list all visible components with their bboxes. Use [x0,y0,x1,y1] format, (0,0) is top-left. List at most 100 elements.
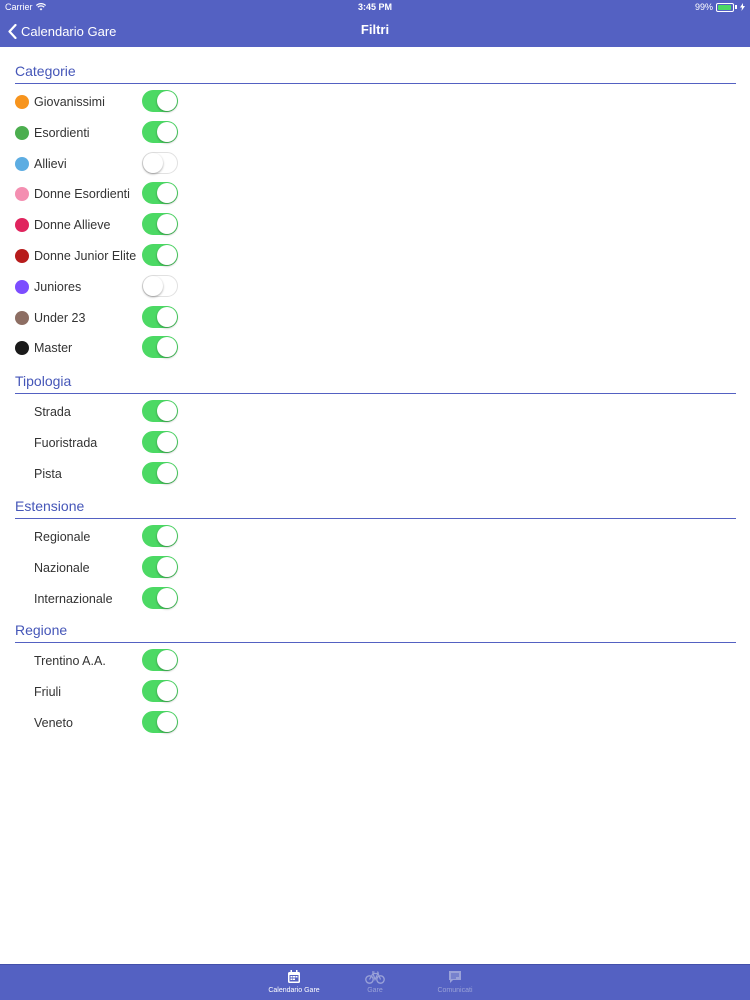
section-title: Tipologia [15,373,72,389]
toggle-knob [157,712,177,732]
toggle-knob [157,214,177,234]
toggle-knob [157,557,177,577]
toggle-knob [157,401,177,421]
filter-label: Juniores [34,280,82,294]
filter-label: Veneto [34,716,73,730]
toggle-internazionale[interactable] [142,587,178,609]
tab-gare[interactable]: Gare [335,969,415,994]
status-bar: Carrier 3:45 PM 99% [0,0,750,14]
toggle-pista[interactable] [142,462,178,484]
filter-row-master: Master [15,333,736,363]
toggle-donne-junior-elite[interactable] [142,244,178,266]
navigation-bar: Carrier 3:45 PM 99% Calendario Gare Filt… [0,0,750,47]
toggle-allievi[interactable] [142,152,178,174]
filter-row-donne-esordienti: Donne Esordienti [15,179,736,209]
toggle-knob [157,91,177,111]
category-color-dot [15,311,29,325]
section-title: Estensione [15,498,85,514]
filter-row-pista: Pista [15,459,736,489]
category-color-dot [15,95,29,109]
filter-label: Friuli [34,685,62,699]
filter-row-fuoristrada: Fuoristrada [15,428,736,458]
toggle-knob [143,153,163,173]
filter-label: Donne Junior Elite [34,249,137,263]
toggle-friuli[interactable] [142,680,178,702]
tab-calendario-gare[interactable]: Calendario Gare [254,969,334,994]
battery-icon [716,2,734,12]
filter-label: Trentino A.A. [34,654,106,668]
tab-label: Gare [367,987,383,994]
section-title: Categorie [15,63,76,79]
toggle-trentino-a-a[interactable] [142,649,178,671]
toggle-donne-esordienti[interactable] [142,182,178,204]
toggle-knob [157,650,177,670]
tab-label: Comunicati [437,987,473,994]
category-color-dot [15,280,29,294]
section-header-estensione: Estensione [15,490,736,519]
battery-percent: 99% [694,2,713,12]
filter-label: Giovanissimi [34,95,105,109]
category-color-dot [15,218,29,232]
toggle-knob [157,463,177,483]
section-header-tipologia: Tipologia [15,365,736,394]
toggle-knob [157,245,177,265]
clock: 3:45 PM [357,2,392,12]
toggle-donne-allieve[interactable] [142,213,178,235]
toggle-knob [157,307,177,327]
toggle-strada[interactable] [142,400,178,422]
toggle-nazionale[interactable] [142,556,178,578]
charging-icon [740,3,745,11]
category-color-dot [15,157,29,171]
filter-row-friuli: Friuli [15,677,736,707]
filter-row-donne-junior-elite: Donne Junior Elite [15,241,736,271]
filter-label: Nazionale [34,561,90,575]
tab-comunicati[interactable]: Comunicati [415,969,495,994]
chat-bubble-icon [449,971,461,983]
filter-row-donne-allieve: Donne Allieve [15,210,736,240]
filter-row-strada: Strada [15,397,736,427]
toggle-giovanissimi[interactable] [142,90,178,112]
filter-label: Strada [34,405,71,419]
filter-label: Regionale [34,530,91,544]
filter-row-allievi: Allievi [15,149,736,179]
filter-label: Under 23 [34,311,86,325]
filter-label: Master [34,341,73,355]
filter-label: Donne Esordienti [34,187,130,201]
toggle-under-23[interactable] [142,306,178,328]
toggle-knob [157,432,177,452]
filter-label: Allievi [34,157,67,171]
page-title: Filtri [360,22,390,37]
toggle-regionale[interactable] [142,525,178,547]
toggle-veneto[interactable] [142,711,178,733]
category-color-dot [15,187,29,201]
bicycle-icon [365,971,385,984]
category-color-dot [15,341,29,355]
filter-label: Donne Allieve [34,218,111,232]
toggle-knob [157,122,177,142]
filter-label: Internazionale [34,592,113,606]
toggle-esordienti[interactable] [142,121,178,143]
section-header-categorie: Categorie [15,55,736,84]
filter-row-veneto: Veneto [15,708,736,738]
filter-row-giovanissimi: Giovanissimi [15,87,736,117]
section-header-regione: Regione [15,614,736,643]
filter-row-regionale: Regionale [15,522,736,552]
toggle-knob [157,526,177,546]
filter-label: Pista [34,467,62,481]
category-color-dot [15,126,29,140]
tab-label: Calendario Gare [268,987,320,994]
section-title: Regione [15,622,68,638]
tab-bar: Calendario Gare Gare Comunicati [0,964,750,1000]
toggle-knob [157,183,177,203]
toggle-fuoristrada[interactable] [142,431,178,453]
toggle-knob [157,337,177,357]
filter-row-trentino-a-a: Trentino A.A. [15,646,736,676]
category-color-dot [15,249,29,263]
filter-label: Esordienti [34,126,90,140]
toggle-juniores[interactable] [142,275,178,297]
toggle-knob [143,276,163,296]
filter-row-juniores: Juniores [15,272,736,302]
toggle-master[interactable] [142,336,178,358]
filter-row-under-23: Under 23 [15,303,736,333]
filter-row-esordienti: Esordienti [15,118,736,148]
